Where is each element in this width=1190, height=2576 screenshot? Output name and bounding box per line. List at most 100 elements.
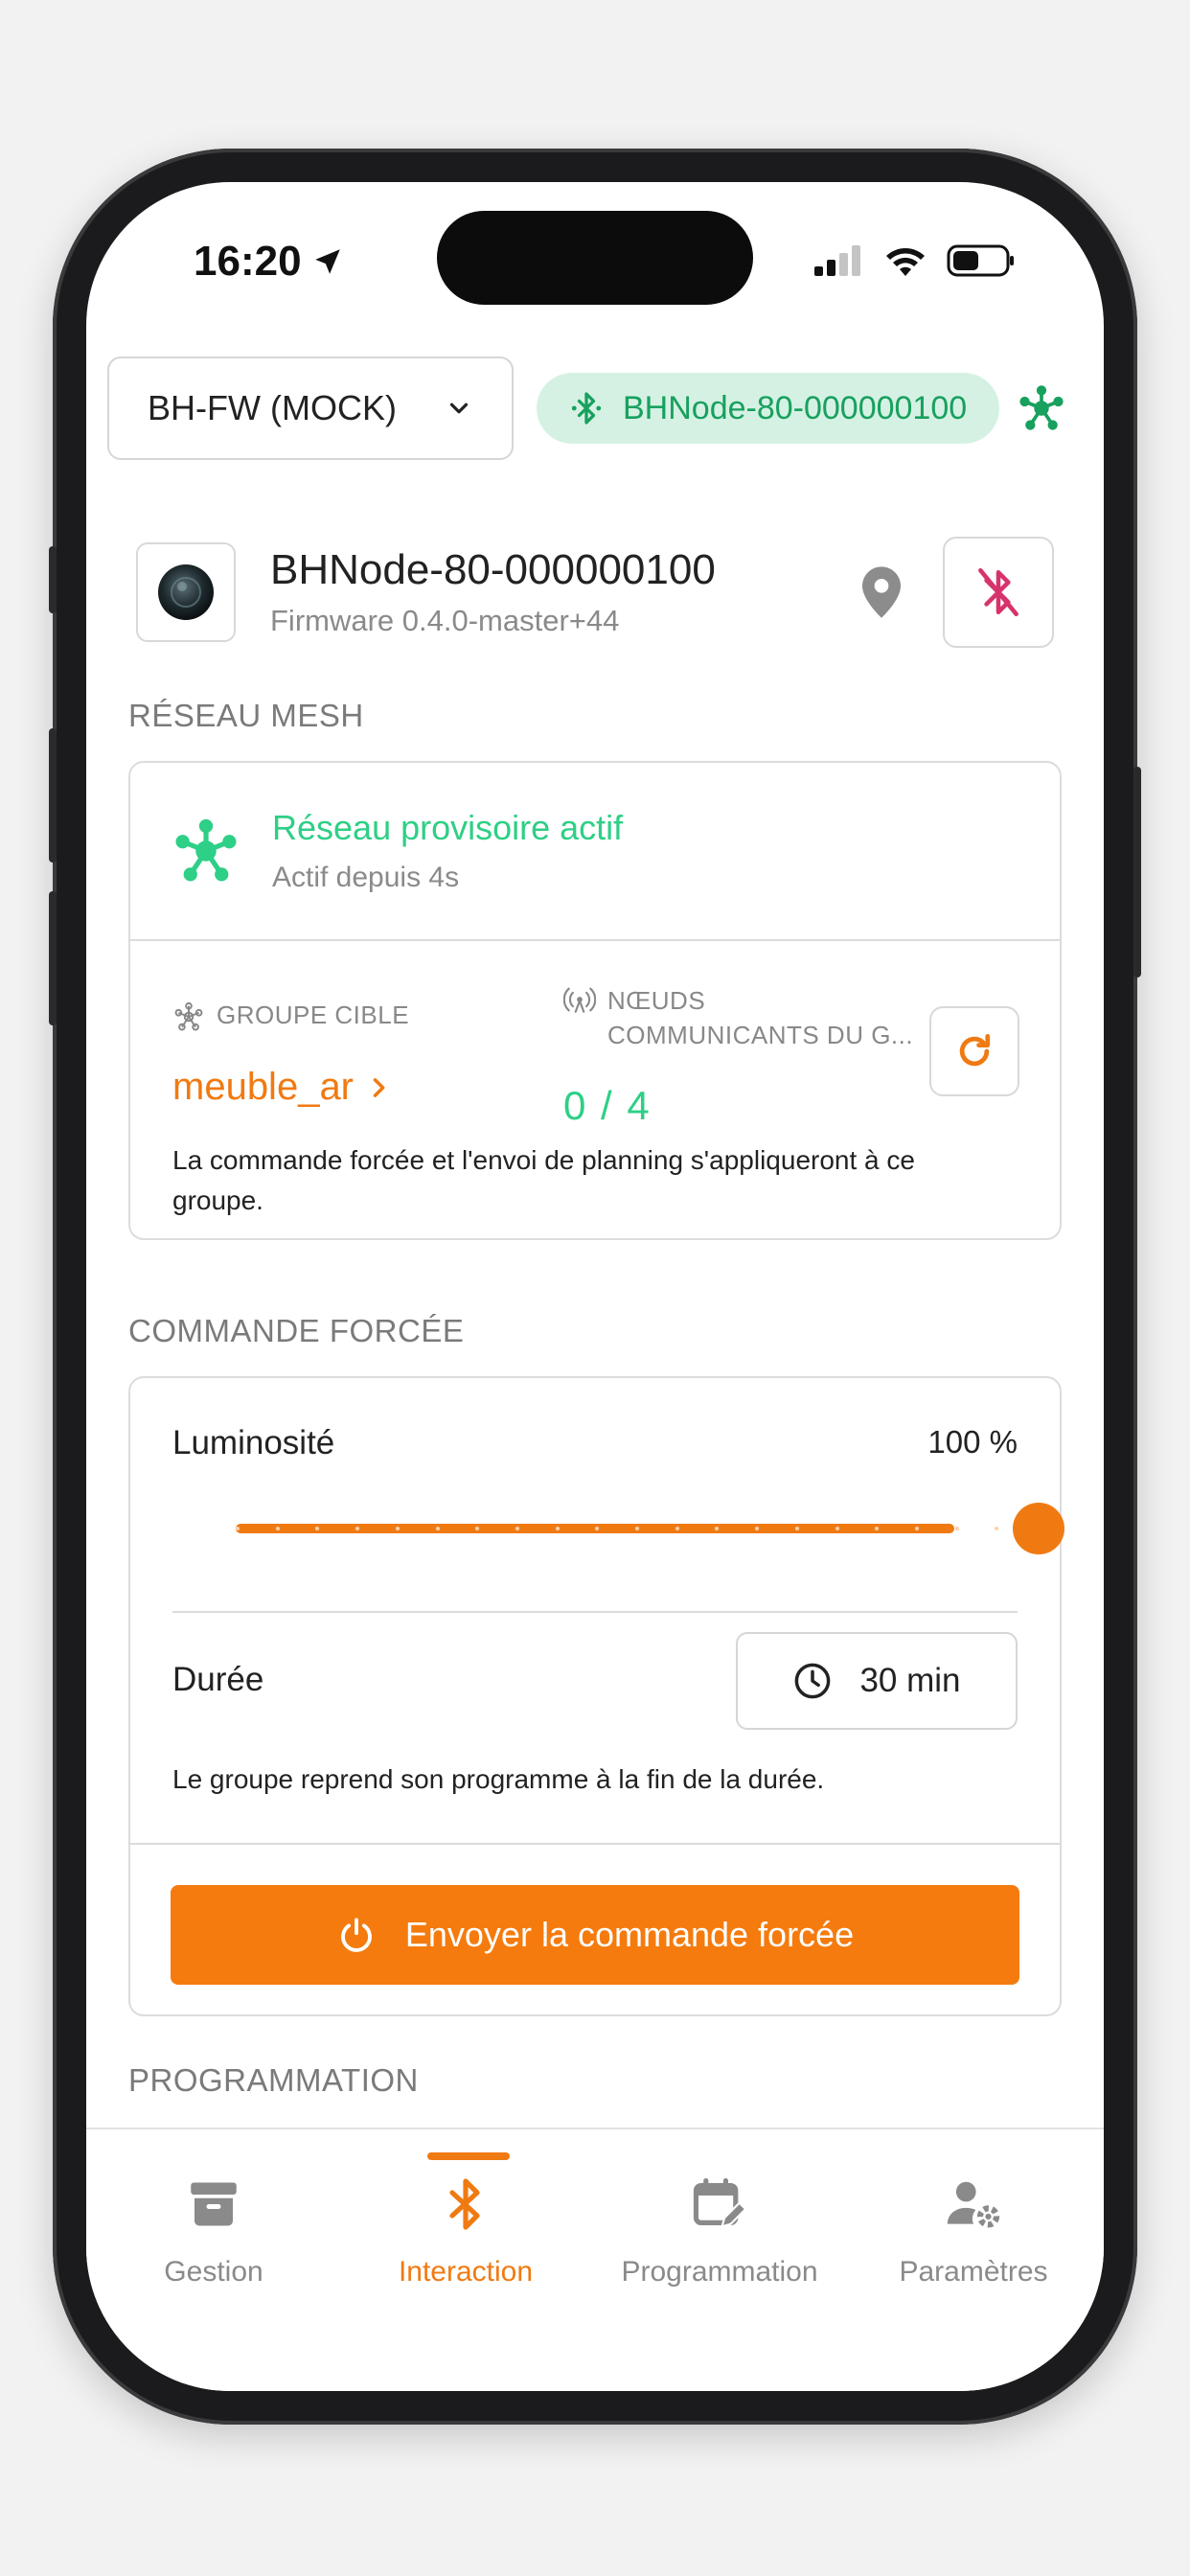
target-group-row: GROUPE CIBLE meuble_ar NŒUDS COMMUNICANT… [130,941,1060,1286]
tab-gestion-label: Gestion [164,2256,263,2288]
slider-tick [954,1527,959,1530]
nodes-label-line-1: NŒUDS [607,986,706,1015]
status-time: 16:20 [194,238,344,286]
tab-programmation-label: Programmation [621,2256,818,2288]
ble-connection-label: BHNode-80-000000100 [623,389,968,426]
brightness-slider-track[interactable] [236,1524,1039,1533]
active-tab-indicator [427,2152,510,2160]
mesh-card: Réseau provisoire actif Actif depuis 4s … [128,761,1062,1240]
slider-tick [236,1527,240,1530]
volume-down-button [49,891,57,1025]
forced-command-section-title: COMMANDE FORCÉE [128,1313,465,1348]
tab-interaction-label: Interaction [398,2256,534,2288]
battery-icon [947,244,1014,277]
tab-bar: Gestion Interaction Programmation Paramè… [86,2128,1104,2391]
refresh-button[interactable] [929,1006,1019,1096]
duration-note: Le groupe reprend son programme à la fin… [172,1764,825,1794]
device-info: BHNode-80-000000100 Firmware 0.4.0-maste… [270,546,862,638]
slider-tick [995,1527,999,1530]
slider-tick [475,1527,480,1530]
network-select[interactable]: BH-FW (MOCK) [107,356,514,460]
device-name: BHNode-80-000000100 [270,546,716,593]
target-group-label-text: GROUPE CIBLE [217,1000,410,1029]
slider-tick [555,1527,560,1530]
top-bar: BH-FW (MOCK) BHNode-80-000000100 [107,356,1083,460]
archive-box-icon [191,2182,237,2226]
slider-tick [675,1527,679,1530]
refresh-icon [959,1034,991,1067]
mesh-active-icon [175,818,237,882]
slider-tick [715,1527,720,1530]
mesh-status: Réseau provisoire actif Actif depuis 4s [130,763,1060,941]
side-button [49,546,57,613]
nodes-label: NŒUDS COMMUNICANTS DU G... [563,983,913,1052]
location-arrow-icon [314,249,340,274]
chevron-down-icon [449,402,469,414]
brightness-value: 100 % [927,1424,1018,1460]
ble-connection-pill[interactable]: BHNode-80-000000100 [537,373,1000,444]
bluetooth-disconnect-button[interactable] [943,537,1054,648]
slider-tick [275,1527,280,1530]
device-firmware: Firmware 0.4.0-master+44 [270,604,620,637]
calendar-edit-icon [693,2177,747,2228]
brightness-row: Luminosité 100 % [130,1378,1064,1613]
target-group-label: GROUPE CIBLE [172,1000,409,1033]
bluetooth-off-icon [978,567,1018,617]
status-icons [814,243,1016,278]
slider-tick [635,1527,639,1530]
wifi-icon [886,248,925,276]
target-group-note: La commande forcée et l'envoi de plannin… [172,1145,915,1215]
slider-tick [515,1527,519,1530]
send-row: Envoyer la commande forcée [130,1843,1060,2025]
brightness-slider-thumb[interactable] [1013,1503,1064,1554]
chevron-right-icon [373,1077,385,1097]
device-thumbnail [136,542,236,642]
app-screen: 16:20 BH-FW (MOCK) BHNode-80-000000100 B… [86,182,1104,2391]
duration-label: Durée [172,1661,264,1698]
power-button [1133,767,1141,978]
forced-command-card: Luminosité 100 % Durée 30 min Le groupe … [128,1376,1064,2016]
duration-picker-button[interactable]: 30 min [736,1632,1018,1730]
device-image [158,564,214,620]
mesh-status-text: Réseau provisoire actif Actif depuis 4s [272,808,623,894]
mesh-network-icon[interactable] [1015,381,1068,435]
slider-tick [755,1527,760,1530]
cellular-signal-icon [814,245,860,276]
user-settings-icon [947,2181,1000,2228]
clock-icon [795,1663,831,1699]
tab-programmation[interactable]: Programmation [595,2168,844,2288]
slider-tick [595,1527,600,1530]
slider-tick [875,1527,880,1530]
target-group-link[interactable]: meuble_ar [172,1066,392,1109]
device-header: BHNode-80-000000100 Firmware 0.4.0-maste… [136,535,1054,650]
send-forced-command-button[interactable]: Envoyer la commande forcée [171,1885,1019,1985]
group-nodes-icon [174,1001,203,1031]
slider-tick [914,1527,919,1530]
volume-up-button [49,728,57,862]
antenna-icon [563,987,596,1013]
slider-tick [435,1527,440,1530]
send-forced-command-label: Envoyer la commande forcée [404,1915,855,1954]
target-group-name: meuble_ar [172,1066,355,1108]
mesh-status-title: Réseau provisoire actif [272,808,624,847]
mesh-section-title: RÉSEAU MESH [128,698,364,733]
location-pin-icon[interactable] [862,566,901,618]
status-time-label: 16:20 [194,238,302,285]
slider-tick [355,1527,360,1530]
brightness-label: Luminosité [172,1424,335,1461]
tab-interaction[interactable]: Interaction [341,2168,590,2288]
tab-gestion[interactable]: Gestion [89,2168,338,2288]
tab-parametres[interactable]: Paramètres [849,2168,1098,2288]
bluetooth-connected-icon [571,392,602,425]
slider-tick [395,1527,400,1530]
bluetooth-icon [449,2178,480,2230]
nodes-label-line-2: COMMUNICANTS DU G... [607,1021,914,1049]
duration-row: Durée 30 min Le groupe reprend son progr… [130,1613,1060,1843]
dynamic-island [437,211,753,305]
slider-tick [794,1527,799,1530]
programmation-section-title: PROGRAMMATION [128,2062,419,2098]
slider-tick [835,1527,839,1530]
nodes-count: 0 / 4 [563,1083,652,1128]
tab-parametres-label: Paramètres [899,2256,1048,2288]
duration-value: 30 min [859,1662,961,1699]
